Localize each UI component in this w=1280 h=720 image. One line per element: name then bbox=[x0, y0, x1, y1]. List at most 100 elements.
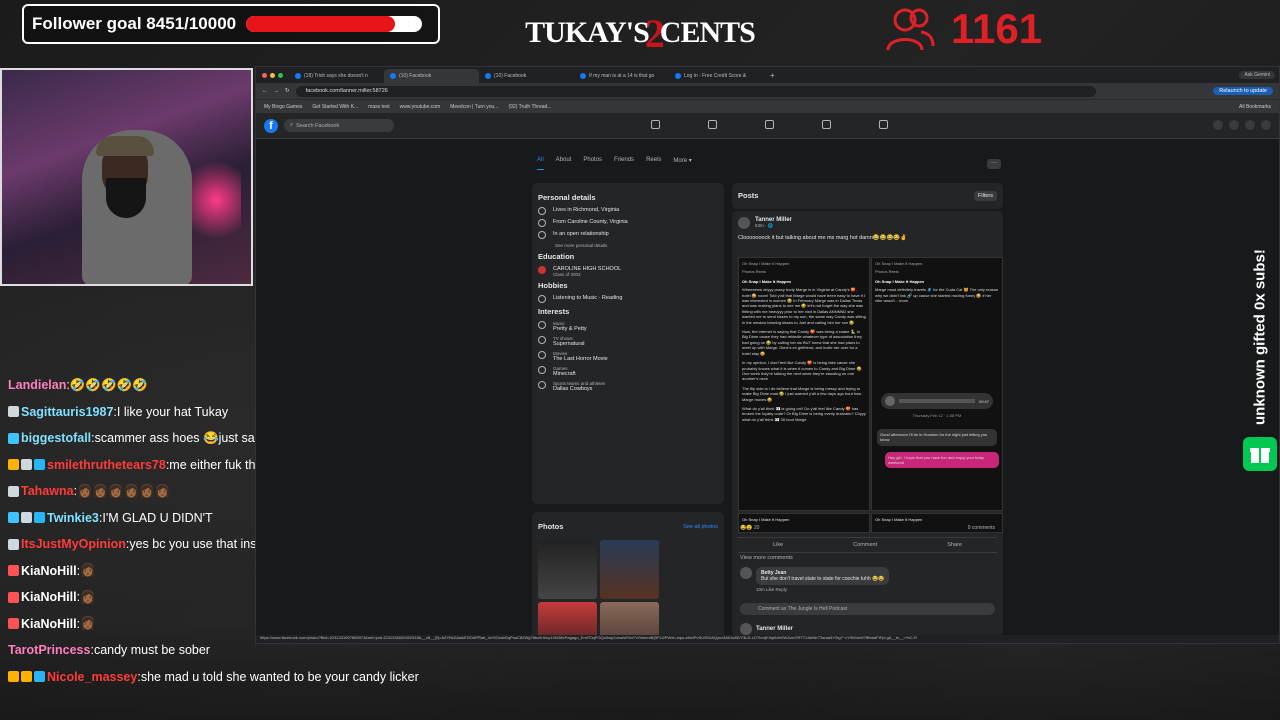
menu-grid-icon[interactable] bbox=[1213, 120, 1223, 130]
interest-text-group: TV shows Supernatural bbox=[553, 336, 585, 347]
chat-username[interactable]: KiaNoHill bbox=[21, 590, 77, 604]
profile-tab[interactable]: About bbox=[556, 157, 572, 170]
profile-tab[interactable]: Friends bbox=[614, 157, 634, 170]
see-all-photos-link[interactable]: See all photos bbox=[683, 524, 718, 530]
gaming-icon[interactable] bbox=[879, 120, 888, 129]
bookmark-item[interactable]: mass text bbox=[368, 104, 389, 110]
hobbies-title: Hobbies bbox=[538, 281, 568, 290]
chat-username[interactable]: Twinkie3 bbox=[47, 511, 99, 525]
commenter-avatar[interactable] bbox=[740, 567, 752, 579]
interest-value[interactable]: Pretty & Petty bbox=[553, 326, 587, 332]
chat-username[interactable]: Tahawna bbox=[21, 484, 74, 498]
profile-tab[interactable]: More ▾ bbox=[673, 157, 691, 170]
comment-meta[interactable]: 10m Like Reply bbox=[756, 587, 889, 592]
chat-username[interactable]: ItsJustMyOpinion bbox=[21, 537, 126, 551]
browser-tab[interactable]: If my man is at a 14 is that go bbox=[574, 69, 669, 83]
messenger-icon[interactable] bbox=[1229, 120, 1239, 130]
shot-paragraph: Marge most definitely travels 🧳 for the … bbox=[875, 287, 999, 304]
interest-value[interactable]: Supernatural bbox=[553, 341, 585, 347]
all-bookmarks-button[interactable]: All Bookmarks bbox=[1239, 104, 1279, 110]
chat-username[interactable]: Landielan bbox=[8, 378, 66, 392]
chat-badge-icon bbox=[21, 459, 32, 471]
next-post-author[interactable]: Tanner Miller bbox=[756, 626, 793, 632]
close-window-button[interactable] bbox=[262, 72, 267, 78]
chat-badge-icon bbox=[8, 512, 19, 524]
facebook-logo-icon[interactable]: f bbox=[264, 118, 278, 133]
comment-button[interactable]: Comment bbox=[853, 542, 877, 548]
reload-icon[interactable]: ↻ bbox=[285, 88, 290, 94]
back-icon[interactable]: ← bbox=[262, 88, 268, 94]
hobbies-row: Listening to Music · Reading bbox=[538, 295, 718, 303]
author-avatar[interactable] bbox=[740, 623, 752, 635]
groups-icon[interactable] bbox=[822, 120, 831, 129]
bookmark-item[interactable]: (92) Truth Thread... bbox=[508, 104, 551, 110]
webcam-feed bbox=[0, 68, 253, 286]
profile-tab[interactable]: Photos bbox=[583, 157, 602, 170]
home-icon[interactable] bbox=[651, 120, 660, 129]
url-field[interactable]: facebook.com/tanner.miller.58726 bbox=[295, 85, 1096, 97]
browser-tab[interactable]: (10) Facebook bbox=[384, 69, 479, 83]
post-time[interactable]: 53m · 🌐 bbox=[755, 223, 792, 229]
see-more-details-link[interactable]: See more personal details bbox=[555, 243, 718, 248]
chat-username[interactable]: smilethruthetears78 bbox=[47, 458, 166, 472]
share-button[interactable]: Share bbox=[947, 542, 962, 548]
photo-thumb[interactable] bbox=[538, 602, 597, 637]
detail-icon bbox=[538, 231, 546, 239]
channel-logo: TUKAY'S 2 CENTS bbox=[525, 8, 756, 58]
interest-icon bbox=[538, 381, 546, 389]
screenshot-left[interactable]: Oh Snap I Make It Happen Photos Reels Oh… bbox=[738, 257, 870, 511]
profile-more-button[interactable]: ··· bbox=[987, 159, 1001, 169]
photo-thumb[interactable] bbox=[538, 540, 597, 599]
photo-thumb[interactable] bbox=[600, 540, 659, 599]
browser-tab[interactable]: Log in - Free Credit Score & bbox=[669, 69, 764, 83]
chat-username[interactable]: Nicole_massey bbox=[47, 670, 137, 684]
like-button[interactable]: Like bbox=[773, 542, 783, 548]
chat-message: Nicole_massey: she mad u told she wanted… bbox=[8, 664, 468, 691]
post-header: Tanner Miller 53m · 🌐 bbox=[738, 217, 997, 229]
browser-tab[interactable]: (18) Trish says she doesn't n bbox=[289, 69, 384, 83]
author-avatar[interactable] bbox=[738, 217, 750, 229]
comment-input[interactable]: Comment as The Jungle Is Hell Podcast bbox=[740, 603, 995, 615]
notifications-icon[interactable] bbox=[1245, 120, 1255, 130]
chat-username[interactable]: KiaNoHill bbox=[21, 617, 77, 631]
interest-value[interactable]: Minecraft bbox=[553, 371, 576, 377]
chat-username[interactable]: KiaNoHill bbox=[21, 564, 77, 578]
minimize-window-button[interactable] bbox=[270, 72, 275, 78]
marketplace-icon[interactable] bbox=[765, 120, 774, 129]
interest-value[interactable]: The Last Horror Movie bbox=[553, 356, 608, 362]
chat-text: 👩🏾 bbox=[80, 563, 96, 578]
chat-username[interactable]: Sagittauris1987 bbox=[21, 405, 113, 419]
reaction-count[interactable]: 😂😮 20 bbox=[740, 525, 759, 531]
view-more-comments-link[interactable]: View more comments bbox=[740, 555, 793, 561]
forward-icon[interactable]: → bbox=[274, 88, 280, 94]
bookmark-item[interactable]: My Bingo Games bbox=[264, 104, 302, 110]
bookmark-item[interactable]: www.youtube.com bbox=[400, 104, 441, 110]
zoom-window-button[interactable] bbox=[278, 72, 283, 78]
chat-username[interactable]: biggestofall bbox=[21, 431, 91, 445]
profile-tab[interactable]: Reels bbox=[646, 157, 661, 170]
browser-tab[interactable]: (10) Facebook bbox=[479, 69, 574, 83]
bookmark-item[interactable]: Get Started With K... bbox=[312, 104, 358, 110]
new-tab-button[interactable]: + bbox=[764, 71, 781, 80]
chat-username[interactable]: TarotPrincess bbox=[8, 643, 90, 657]
account-avatar[interactable] bbox=[1261, 120, 1271, 130]
screenshot-right[interactable]: Oh Snap I Make It Happen Photos Reels Oh… bbox=[871, 257, 1003, 511]
relaunch-button[interactable]: Relaunch to update bbox=[1213, 87, 1273, 95]
comment-count[interactable]: 9 comments bbox=[968, 525, 995, 531]
bookmark-item[interactable]: Meedcon | Turn you... bbox=[450, 104, 498, 110]
photo-thumb[interactable] bbox=[600, 602, 659, 637]
filters-button[interactable]: Filters bbox=[974, 191, 997, 201]
personal-detail-row: From Caroline County, Virginia bbox=[538, 219, 718, 227]
gift-icon bbox=[1243, 437, 1277, 471]
video-icon[interactable] bbox=[708, 120, 717, 129]
facebook-nav-right bbox=[1213, 120, 1271, 130]
interest-text-group: Movies The Last Horror Movie bbox=[553, 351, 608, 362]
interest-value[interactable]: Dallas Cowboys bbox=[553, 386, 605, 392]
ask-gemini-button[interactable]: Ask Gemini bbox=[1239, 71, 1275, 79]
facebook-nav-icons bbox=[651, 120, 888, 129]
chat-badge-icon bbox=[8, 459, 19, 471]
gift-box-glyph bbox=[1250, 448, 1270, 463]
facebook-search-input[interactable]: ⌕ Search Facebook bbox=[284, 119, 394, 132]
profile-tab[interactable]: All bbox=[537, 157, 544, 170]
education-title: Education bbox=[538, 252, 575, 261]
